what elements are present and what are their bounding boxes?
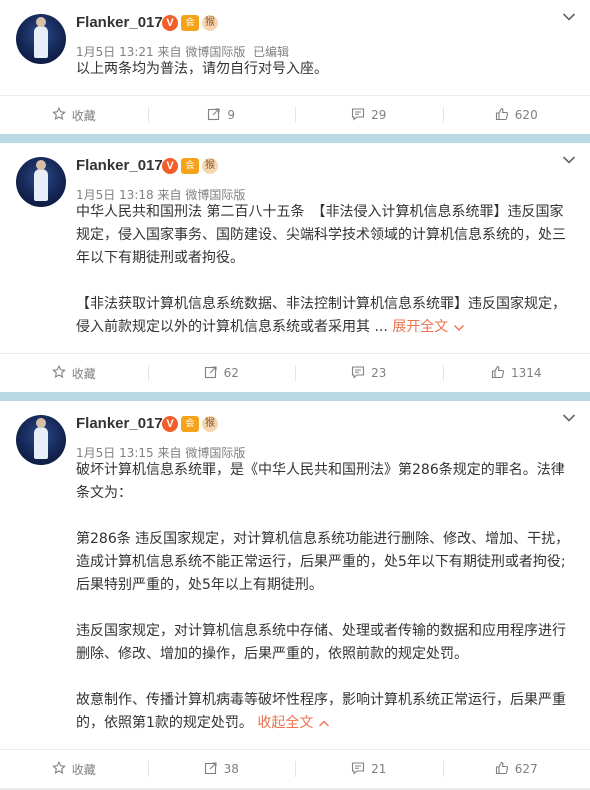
post-toolbar: 收藏 38 21 627 <box>0 749 590 788</box>
post-card: Flanker_017 V 会猴 1月5日 13:18 来自 微博国际版 中华人民共和国… <box>0 143 590 392</box>
like-button[interactable]: 627 <box>442 750 590 788</box>
vip-badge-icon[interactable]: 会 <box>181 416 199 432</box>
post-paragraph: 【非法获取计算机信息系统数据、非法控制计算机信息系统罪】违反国家规定，侵入前款规… <box>76 296 566 335</box>
favorite-button[interactable]: 收藏 <box>0 750 148 788</box>
like-button[interactable]: 1314 <box>442 354 590 392</box>
favorite-button[interactable]: 收藏 <box>0 96 148 134</box>
post-header: Flanker_017 V 会猴 1月5日 13:15 来自 微博国际版 <box>0 401 590 465</box>
comment-button[interactable]: 29 <box>295 96 443 134</box>
post-meta: 1月5日 13:18 来自 微博国际版 <box>76 186 245 203</box>
post-source: 来自 微博国际版 <box>157 446 246 460</box>
post-paragraph: 以上两条均为普法，请勿自行对号入座。 <box>76 61 328 77</box>
post-card: Flanker_017 V 会猴 1月5日 13:21 来自 微博国际版 已编辑 以上两… <box>0 0 590 134</box>
repost-icon <box>204 761 224 778</box>
avatar[interactable] <box>16 14 66 64</box>
thumbs-up-icon <box>495 761 515 778</box>
post-content: 破坏计算机信息系统罪，是《中华人民共和国刑法》第286条规定的罪名。法律条文为：… <box>0 459 590 749</box>
post-time[interactable]: 1月5日 13:21 <box>76 45 154 59</box>
comment-button[interactable]: 21 <box>295 750 443 788</box>
weibo-feed: Flanker_017 V 会猴 1月5日 13:21 来自 微博国际版 已编辑 以上两… <box>0 0 590 788</box>
post-separator <box>0 134 590 143</box>
post-source: 来自 微博国际版 <box>157 188 246 202</box>
like-button[interactable]: 620 <box>442 96 590 134</box>
monkey-emoji-icon: 猴 <box>202 158 218 174</box>
monkey-emoji-icon: 猴 <box>202 416 218 432</box>
star-icon <box>51 106 72 124</box>
comment-icon <box>351 761 371 778</box>
post-time[interactable]: 1月5日 13:15 <box>76 446 154 460</box>
post-paragraph: 中华人民共和国刑法 第二百八十五条 【非法侵入计算机信息系统罪】违反国家规定，侵… <box>76 204 566 266</box>
avatar[interactable] <box>16 415 66 465</box>
repost-icon <box>204 365 224 382</box>
badge-group: V会猴 <box>162 15 218 31</box>
post-header: Flanker_017 V 会猴 1月5日 13:18 来自 微博国际版 <box>0 143 590 207</box>
thumbs-up-icon <box>491 365 511 382</box>
badge-group: V会猴 <box>162 416 218 432</box>
monkey-emoji-icon: 猴 <box>202 15 218 31</box>
post-paragraph: 故意制作、传播计算机病毒等破坏性程序，影响计算机系统正常运行，后果严重的，依照第… <box>76 692 566 731</box>
author-name[interactable]: Flanker_017 <box>76 14 163 31</box>
comment-button[interactable]: 23 <box>295 354 443 392</box>
star-icon <box>51 760 72 778</box>
post-header: Flanker_017 V 会猴 1月5日 13:21 来自 微博国际版 已编辑 <box>0 0 590 64</box>
post-meta: 1月5日 13:21 来自 微博国际版 已编辑 <box>76 43 289 60</box>
chevron-down-icon <box>453 324 464 331</box>
repost-icon <box>207 107 227 124</box>
author-name[interactable]: Flanker_017 <box>76 415 163 432</box>
verified-badge-icon[interactable]: V <box>162 158 178 174</box>
badge-group: V会猴 <box>162 158 218 174</box>
post-content: 以上两条均为普法，请勿自行对号入座。 <box>0 58 590 95</box>
edited-label[interactable]: 已编辑 <box>253 45 289 59</box>
repost-button[interactable]: 62 <box>147 354 296 392</box>
post-paragraph: 第286条 违反国家规定，对计算机信息系统功能进行删除、修改、增加、干扰，造成计… <box>76 531 570 593</box>
post-paragraph: 破坏计算机信息系统罪，是《中华人民共和国刑法》第286条规定的罪名。法律条文为： <box>76 462 565 501</box>
post-content: 中华人民共和国刑法 第二百八十五条 【非法侵入计算机信息系统罪】违反国家规定，侵… <box>0 201 590 353</box>
thumbs-up-icon <box>495 107 515 124</box>
post-paragraph: 违反国家规定，对计算机信息系统中存储、处理或者传输的数据和应用程序进行删除、修改… <box>76 623 566 662</box>
star-icon <box>51 364 72 382</box>
repost-button[interactable]: 38 <box>147 750 296 788</box>
post-source: 来自 微博国际版 <box>157 45 246 59</box>
vip-badge-icon[interactable]: 会 <box>181 15 199 31</box>
post-time[interactable]: 1月5日 13:18 <box>76 188 154 202</box>
comment-icon <box>351 107 371 124</box>
vip-badge-icon[interactable]: 会 <box>181 158 199 174</box>
expand-text-link[interactable]: 展开全文 <box>392 319 464 335</box>
collapse-text-link[interactable]: 收起全文 <box>257 715 329 731</box>
avatar[interactable] <box>16 157 66 207</box>
post-separator <box>0 392 590 401</box>
verified-badge-icon[interactable]: V <box>162 15 178 31</box>
repost-button[interactable]: 9 <box>147 96 296 134</box>
post-toolbar: 收藏 9 29 620 <box>0 95 590 134</box>
favorite-button[interactable]: 收藏 <box>0 354 148 392</box>
comment-icon <box>351 365 371 382</box>
verified-badge-icon[interactable]: V <box>162 416 178 432</box>
chevron-up-icon <box>318 720 329 726</box>
author-name[interactable]: Flanker_017 <box>76 157 163 174</box>
post-meta: 1月5日 13:15 来自 微博国际版 <box>76 444 245 461</box>
post-toolbar: 收藏 62 23 1314 <box>0 353 590 392</box>
post-card: Flanker_017 V 会猴 1月5日 13:15 来自 微博国际版 破坏计算机信息… <box>0 401 590 788</box>
